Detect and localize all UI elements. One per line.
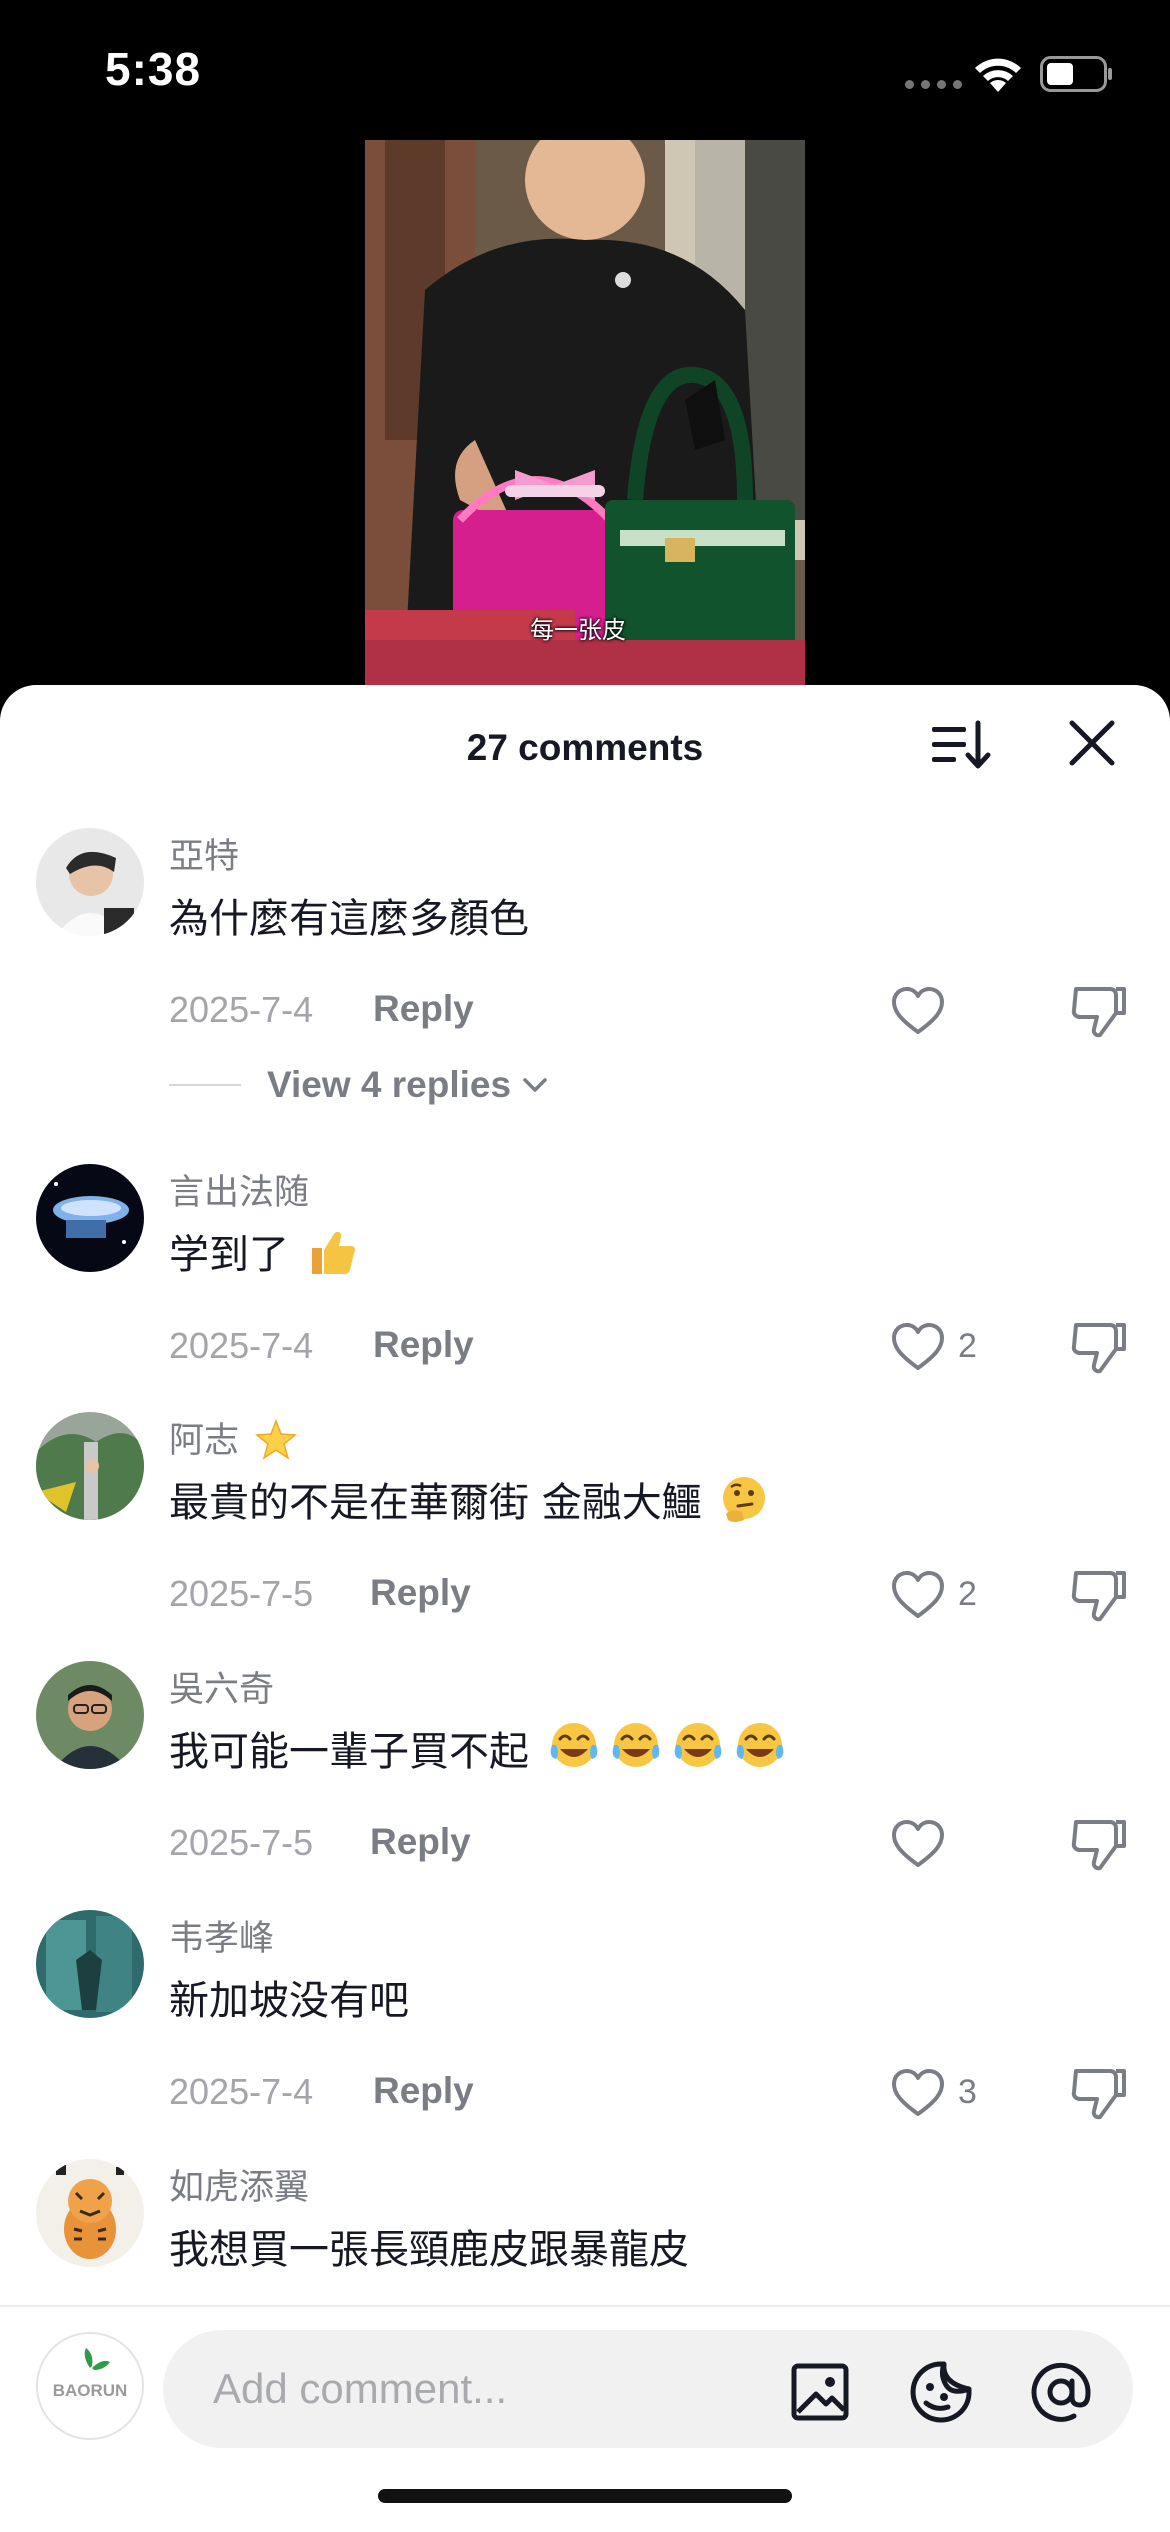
comment-date: 2025-7-4	[169, 1325, 314, 1366]
comment-text: 新加坡没有吧	[169, 1978, 409, 2024]
reply-button[interactable]: Reply	[370, 1572, 471, 1614]
tears-of-joy-icon	[550, 1721, 785, 1769]
comment-username[interactable]: 阿志	[169, 1412, 298, 1463]
thumbs-up-icon	[311, 1231, 355, 1274]
comment-username[interactable]: 亞特	[169, 828, 239, 879]
comment-username[interactable]: 吳六奇	[169, 1661, 274, 1712]
comment-item: 阿志 最貴的不是在華爾街 金融大鱷 2025-7-5 Reply 2	[0, 1412, 1170, 1632]
avatar[interactable]	[36, 1910, 144, 2018]
comments-header: 27 comments	[0, 685, 1170, 800]
comment-username[interactable]: 言出法随	[169, 1164, 309, 1215]
comment-date: 2025-7-5	[169, 1822, 314, 1863]
thinking-face-icon	[723, 1477, 766, 1522]
wifi-icon	[975, 58, 1021, 92]
heart-icon[interactable]	[890, 2067, 946, 2119]
emoji-icon[interactable]	[908, 2359, 974, 2425]
home-indicator[interactable]	[378, 2489, 792, 2503]
heart-icon[interactable]	[890, 985, 946, 1037]
comment-item: 韦孝峰 新加坡没有吧 2025-7-4 Reply 3	[0, 1910, 1170, 2130]
comment-username[interactable]: 韦孝峰	[169, 1910, 274, 1961]
comment-item: 如虎添翼 我想買一張長頸鹿皮跟暴龍皮	[0, 2159, 1170, 2319]
dislike-icon[interactable]	[1070, 983, 1128, 1039]
view-replies-label: View 4 replies	[267, 1064, 512, 1105]
view-replies-button[interactable]: View 4 replies	[169, 1064, 549, 1106]
avatar[interactable]	[36, 1412, 144, 1520]
battery-icon	[1040, 56, 1112, 92]
comment-item: 吳六奇 我可能一輩子買不起 2025-7-5 Reply	[0, 1661, 1170, 1881]
comments-count: 27 comments	[466, 727, 704, 768]
comment-text: 学到了	[169, 1222, 358, 1280]
chevron-down-icon	[523, 1078, 547, 1092]
video-caption: 每一张皮	[530, 616, 626, 644]
my-avatar[interactable]: BAORUN	[36, 2332, 144, 2440]
comment-input[interactable]	[163, 2330, 1133, 2448]
comments-sheet: 27 comments 亞特 為什麼有這麼多顏色 2025-7-4 Reply	[0, 685, 1170, 2532]
video-thumbnail	[365, 140, 805, 685]
like-count: 2	[958, 1575, 977, 1613]
avatar[interactable]	[36, 1164, 144, 1272]
comment-text: 我想買一張長頸鹿皮跟暴龍皮	[169, 2227, 689, 2273]
close-icon[interactable]	[1066, 717, 1118, 769]
status-time: 5:38	[105, 43, 202, 95]
reply-button[interactable]: Reply	[373, 2070, 474, 2112]
comment-date: 2025-7-4	[169, 2071, 314, 2112]
comment-username[interactable]: 如虎添翼	[169, 2159, 309, 2210]
reply-button[interactable]: Reply	[370, 1821, 471, 1863]
status-bar: 5:38	[0, 0, 1170, 140]
heart-icon[interactable]	[890, 1818, 946, 1870]
dislike-icon[interactable]	[1070, 1567, 1128, 1623]
like-count: 3	[958, 2073, 977, 2111]
reply-button[interactable]: Reply	[373, 988, 474, 1030]
comment-item: 言出法随 学到了 2025-7-4 Reply 2	[0, 1164, 1170, 1384]
baorun-logo-icon: BAORUN	[38, 2334, 142, 2438]
comment-item: 亞特 為什麼有這麼多顏色 2025-7-4 Reply View 4 repli…	[0, 828, 1170, 1128]
svg-text:BAORUN: BAORUN	[53, 2381, 128, 2400]
avatar[interactable]	[36, 2159, 144, 2267]
comment-text: 我可能一輩子買不起	[169, 1719, 790, 1777]
reply-button[interactable]: Reply	[373, 1324, 474, 1366]
glowing-star-icon	[255, 1418, 298, 1460]
comment-text: 為什麼有這麼多顏色	[169, 896, 529, 942]
image-icon[interactable]	[790, 2362, 850, 2422]
heart-icon[interactable]	[890, 1569, 946, 1621]
like-count: 2	[958, 1327, 977, 1365]
comment-text: 最貴的不是在華爾街 金融大鱷	[169, 1470, 770, 1528]
dislike-icon[interactable]	[1070, 2065, 1128, 2121]
mention-icon[interactable]	[1028, 2359, 1094, 2425]
heart-icon[interactable]	[890, 1321, 946, 1373]
comment-date: 2025-7-5	[169, 1573, 314, 1614]
dislike-icon[interactable]	[1070, 1816, 1128, 1872]
sort-icon[interactable]	[928, 715, 992, 775]
dislike-icon[interactable]	[1070, 1319, 1128, 1375]
cellular-signal-icon	[905, 80, 962, 89]
comment-date: 2025-7-4	[169, 989, 314, 1030]
video-player[interactable]: 每一张皮	[365, 140, 805, 685]
avatar[interactable]	[36, 1661, 144, 1769]
avatar[interactable]	[36, 828, 144, 936]
